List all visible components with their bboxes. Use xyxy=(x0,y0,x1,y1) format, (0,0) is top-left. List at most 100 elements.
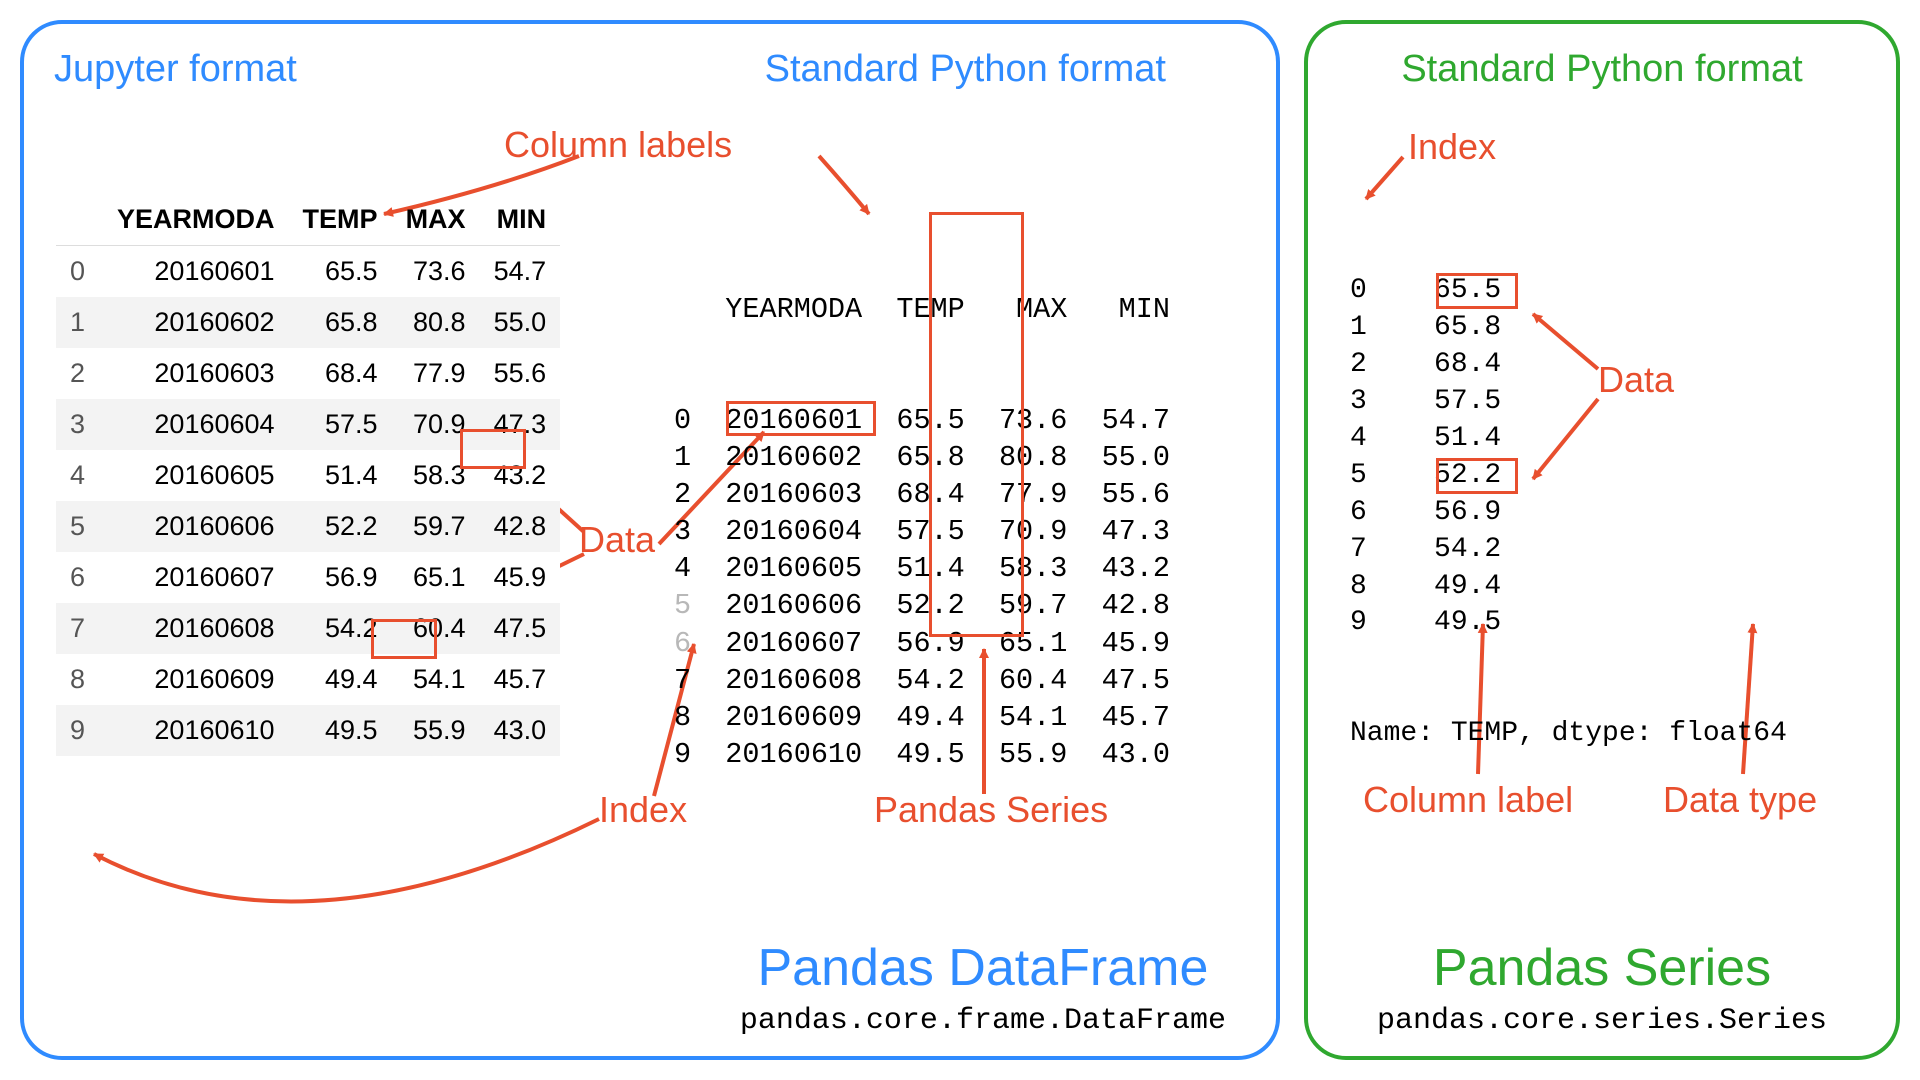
cell-temp: 52.2 xyxy=(289,501,392,552)
cell-temp: 51.4 xyxy=(289,450,392,501)
title-jupyter: Jupyter format xyxy=(54,48,297,91)
series-row: 2 68.4 xyxy=(1350,347,1787,384)
cell-yearmoda: 20160607 xyxy=(103,552,289,603)
cell-yearmoda: 20160610 xyxy=(103,705,289,756)
series-row: 0 65.5 xyxy=(1350,273,1787,310)
cell-max: 54.1 xyxy=(392,654,480,705)
big-series: Pandas Series xyxy=(1308,938,1896,998)
table-row: 42016060551.458.343.2 xyxy=(56,450,560,501)
cell-yearmoda: 20160604 xyxy=(103,399,289,450)
cell-min: 43.2 xyxy=(480,450,561,501)
series-row: 1 65.8 xyxy=(1350,310,1787,347)
series-row: 9 49.5 xyxy=(1350,605,1787,642)
std-row: 4 20160605 51.4 58.3 43.2 xyxy=(674,550,1170,587)
cell-min: 43.0 xyxy=(480,705,561,756)
table-row: 22016060368.477.955.6 xyxy=(56,348,560,399)
title-std-right: Standard Python format xyxy=(1338,48,1866,91)
jupyter-table: YEARMODA TEMP MAX MIN 02016060165.573.65… xyxy=(56,194,560,756)
series-footer: Name: TEMP, dtype: float64 xyxy=(1350,716,1787,753)
cell-max: 60.4 xyxy=(392,603,480,654)
row-index: 1 xyxy=(56,297,103,348)
cell-min: 42.8 xyxy=(480,501,561,552)
col-yearmoda: YEARMODA xyxy=(103,194,289,246)
cell-min: 47.3 xyxy=(480,399,561,450)
series-row: 6 56.9 xyxy=(1350,495,1787,532)
row-index: 0 xyxy=(56,246,103,298)
cell-temp: 54.2 xyxy=(289,603,392,654)
cell-temp: 65.8 xyxy=(289,297,392,348)
dataframe-footer: Pandas DataFrame pandas.core.frame.DataF… xyxy=(740,938,1226,1038)
table-row: 82016060949.454.145.7 xyxy=(56,654,560,705)
cell-min: 45.7 xyxy=(480,654,561,705)
cell-temp: 65.5 xyxy=(289,246,392,298)
jupyter-table-wrap: YEARMODA TEMP MAX MIN 02016060165.573.65… xyxy=(56,194,560,756)
cell-yearmoda: 20160601 xyxy=(103,246,289,298)
cell-max: 77.9 xyxy=(392,348,480,399)
std-row: 6 20160607 56.9 65.1 45.9 xyxy=(674,625,1170,662)
cell-temp: 56.9 xyxy=(289,552,392,603)
table-header-row: YEARMODA TEMP MAX MIN xyxy=(56,194,560,246)
cell-max: 73.6 xyxy=(392,246,480,298)
row-index: 6 xyxy=(56,552,103,603)
cell-min: 45.9 xyxy=(480,552,561,603)
series-footer-block: Pandas Series pandas.core.series.Series xyxy=(1308,938,1896,1038)
callout-data-type: Data type xyxy=(1663,779,1817,821)
cell-max: 55.9 xyxy=(392,705,480,756)
std-row: 3 20160604 57.5 70.9 47.3 xyxy=(674,513,1170,550)
std-row: 8 20160609 49.4 54.1 45.7 xyxy=(674,699,1170,736)
std-row: 9 20160610 49.5 55.9 43.0 xyxy=(674,736,1170,773)
std-python-series: 0 65.51 65.82 68.43 57.54 51.45 52.26 56… xyxy=(1350,199,1787,827)
std-row: 5 20160606 52.2 59.7 42.8 xyxy=(674,587,1170,624)
std-row: 2 20160603 68.4 77.9 55.6 xyxy=(674,476,1170,513)
callout-series: Pandas Series xyxy=(874,789,1108,831)
cell-yearmoda: 20160603 xyxy=(103,348,289,399)
std-header: YEARMODA TEMP MAX MIN xyxy=(674,291,1170,328)
cell-yearmoda: 20160602 xyxy=(103,297,289,348)
cell-max: 70.9 xyxy=(392,399,480,450)
table-row: 72016060854.260.447.5 xyxy=(56,603,560,654)
cell-temp: 49.4 xyxy=(289,654,392,705)
cell-temp: 68.4 xyxy=(289,348,392,399)
cell-min: 55.0 xyxy=(480,297,561,348)
cell-temp: 57.5 xyxy=(289,399,392,450)
series-row: 3 57.5 xyxy=(1350,384,1787,421)
cell-yearmoda: 20160606 xyxy=(103,501,289,552)
series-panel: Standard Python format Index 0 65.51 65.… xyxy=(1304,20,1900,1060)
cell-max: 65.1 xyxy=(392,552,480,603)
module-series: pandas.core.series.Series xyxy=(1308,1004,1896,1038)
table-row: 32016060457.570.947.3 xyxy=(56,399,560,450)
cell-max: 58.3 xyxy=(392,450,480,501)
table-row: 92016061049.555.943.0 xyxy=(56,705,560,756)
table-row: 12016060265.880.855.0 xyxy=(56,297,560,348)
title-std-left: Standard Python format xyxy=(765,48,1166,91)
col-max: MAX xyxy=(392,194,480,246)
big-dataframe: Pandas DataFrame xyxy=(740,938,1226,998)
row-index: 4 xyxy=(56,450,103,501)
std-row: 7 20160608 54.2 60.4 47.5 xyxy=(674,662,1170,699)
row-index: 3 xyxy=(56,399,103,450)
std-row: 1 20160602 65.8 80.8 55.0 xyxy=(674,439,1170,476)
cell-temp: 49.5 xyxy=(289,705,392,756)
cell-min: 55.6 xyxy=(480,348,561,399)
callout-data: Data xyxy=(579,519,655,561)
callout-index-series: Index xyxy=(1408,126,1496,168)
cell-yearmoda: 20160605 xyxy=(103,450,289,501)
std-python-df: YEARMODA TEMP MAX MIN 0 20160601 65.5 73… xyxy=(674,217,1170,847)
row-index: 9 xyxy=(56,705,103,756)
cell-max: 80.8 xyxy=(392,297,480,348)
series-row: 7 54.2 xyxy=(1350,532,1787,569)
callout-column-label: Column label xyxy=(1363,779,1573,821)
row-index: 2 xyxy=(56,348,103,399)
series-row: 8 49.4 xyxy=(1350,569,1787,606)
table-row: 02016060165.573.654.7 xyxy=(56,246,560,298)
dataframe-panel: Jupyter format Standard Python format Co… xyxy=(20,20,1280,1060)
col-min: MIN xyxy=(480,194,561,246)
std-row: 0 20160601 65.5 73.6 54.7 xyxy=(674,402,1170,439)
row-index: 5 xyxy=(56,501,103,552)
row-index: 8 xyxy=(56,654,103,705)
series-row: 5 52.2 xyxy=(1350,458,1787,495)
callout-data-series: Data xyxy=(1598,359,1674,401)
cell-min: 54.7 xyxy=(480,246,561,298)
row-index: 7 xyxy=(56,603,103,654)
table-row: 52016060652.259.742.8 xyxy=(56,501,560,552)
